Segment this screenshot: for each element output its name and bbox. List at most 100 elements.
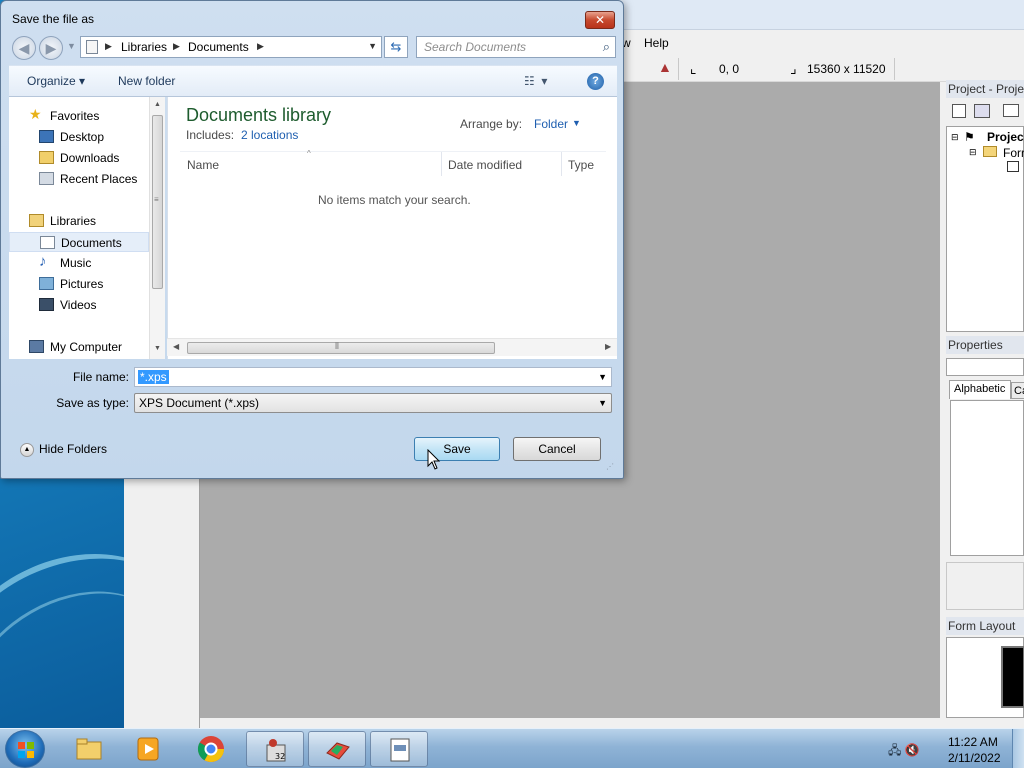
column-date-modified[interactable]: Date modified	[448, 158, 522, 172]
properties-object-combo[interactable]	[946, 358, 1024, 376]
chevron-down-icon[interactable]: ▼	[598, 398, 607, 408]
chevron-right-icon[interactable]: ▶	[257, 41, 264, 52]
scroll-down-icon[interactable]: ▼	[154, 345, 161, 352]
hide-folders-button[interactable]: ▲ Hide Folders	[20, 442, 107, 457]
breadcrumb-libraries[interactable]: Libraries	[121, 40, 167, 54]
tree-collapse-icon[interactable]: ⊟	[951, 132, 959, 143]
svg-text:32: 32	[275, 752, 285, 761]
tree-child-label[interactable]: Forr	[1003, 146, 1024, 160]
documents-icon	[40, 236, 55, 249]
column-name[interactable]: Name	[187, 158, 219, 172]
tab-alphabetic[interactable]: Alphabetic	[949, 380, 1011, 399]
nav-pictures[interactable]: Pictures	[9, 274, 149, 294]
project-toolbar	[946, 100, 1024, 124]
menu-editor-icon[interactable]: ▲	[658, 59, 672, 75]
view-code-icon[interactable]	[952, 104, 966, 118]
address-bar[interactable]: ▶ Libraries ▶ Documents ▶ ▼	[80, 36, 382, 58]
form-icon[interactable]	[1007, 161, 1019, 172]
nav-documents[interactable]: Documents	[9, 232, 149, 252]
nav-desktop[interactable]: Desktop	[9, 127, 149, 147]
tab-categorized[interactable]: Ca	[1011, 382, 1024, 399]
nav-pane-scrollbar[interactable]: ▲ ≡ ▼	[149, 97, 165, 359]
tree-collapse-icon[interactable]: ⊟	[969, 147, 977, 158]
volume-icon[interactable]: 🔇	[905, 743, 920, 757]
show-desktop-button[interactable]	[1012, 729, 1024, 768]
star-icon: ★	[29, 106, 42, 122]
file-name-field[interactable]: *.xps ▼	[134, 367, 612, 387]
downloads-icon	[39, 151, 54, 164]
nav-music[interactable]: ♪ Music	[9, 253, 149, 273]
scroll-up-icon[interactable]: ▲	[154, 101, 161, 108]
nav-videos[interactable]: Videos	[9, 295, 149, 315]
toggle-folders-icon[interactable]	[1003, 104, 1019, 117]
system-tray[interactable]: 🖧 🔇	[888, 741, 920, 762]
locations-link[interactable]: 2 locations	[241, 128, 298, 142]
windows-logo-icon	[18, 742, 34, 758]
nav-favorites[interactable]: ★ Favorites	[9, 106, 149, 126]
computer-icon	[29, 340, 44, 353]
scroll-left-icon[interactable]: ◀	[173, 342, 179, 351]
save-type-select[interactable]: XPS Document (*.xps) ▼	[134, 393, 612, 413]
breadcrumb-documents[interactable]: Documents	[188, 40, 249, 54]
taskbar-chrome[interactable]	[182, 731, 240, 767]
taskbar-dialog[interactable]	[370, 731, 428, 767]
clock-date[interactable]: 2/11/2022	[948, 751, 1001, 765]
clock-time[interactable]: 11:22 AM	[948, 735, 998, 749]
recent-locations-dropdown[interactable]: ▼	[67, 41, 76, 51]
nav-my-computer[interactable]: My Computer	[9, 337, 149, 357]
search-icon[interactable]: ⌕	[603, 39, 610, 55]
search-input[interactable]: Search Documents ⌕	[416, 36, 616, 58]
monitor-preview	[1001, 646, 1024, 708]
properties-title: Properties	[946, 336, 1024, 354]
library-icon	[86, 40, 98, 54]
resize-grip[interactable]: ⋰	[606, 462, 614, 471]
column-type[interactable]: Type	[568, 158, 594, 172]
chevron-down-icon[interactable]: ▼	[598, 372, 607, 382]
file-list-scrollbar[interactable]: ◀ ⦀ ▶	[167, 338, 617, 356]
size-icon: ⌟	[790, 60, 797, 76]
back-button[interactable]: ◀	[12, 36, 36, 60]
position-icon: ⌞	[690, 60, 697, 76]
media-player-icon	[137, 737, 159, 761]
size-readout: 15360 x 11520	[807, 62, 886, 76]
scroll-right-icon[interactable]: ▶	[605, 342, 611, 351]
taskbar-app[interactable]	[308, 731, 366, 767]
close-button[interactable]: ✕	[585, 11, 615, 29]
arrange-by-label: Arrange by:	[460, 117, 523, 131]
sort-up-icon: ^	[307, 149, 311, 158]
chevron-down-icon[interactable]: ▼	[368, 41, 377, 51]
cancel-button[interactable]: Cancel	[513, 437, 601, 461]
save-type-value: XPS Document (*.xps)	[139, 396, 260, 410]
taskbar-media-player[interactable]	[120, 731, 178, 767]
taskbar: 32 🖧 🔇 11:22 AM 2/11/2022	[0, 728, 1024, 768]
forward-button[interactable]: ▶	[39, 36, 63, 60]
chevron-right-icon[interactable]: ▶	[173, 41, 180, 52]
organize-button[interactable]: Organize ▾	[27, 74, 85, 88]
chevron-right-icon[interactable]: ▶	[105, 41, 112, 52]
properties-grid[interactable]	[950, 400, 1024, 556]
command-bar: Organize ▾ New folder ☷ ▾ ?	[9, 65, 617, 97]
nav-libraries[interactable]: Libraries	[9, 211, 149, 231]
nav-recent-places[interactable]: Recent Places	[9, 169, 149, 189]
taskbar-vb-ide[interactable]: 32	[246, 731, 304, 767]
chevron-down-icon[interactable]: ▼	[572, 118, 581, 128]
network-icon[interactable]: 🖧	[888, 743, 901, 757]
file-name-value[interactable]: *.xps	[138, 370, 169, 384]
refresh-button[interactable]: ⇆	[384, 36, 408, 58]
tree-root-label[interactable]: Projec	[987, 130, 1024, 144]
window-icon	[390, 738, 410, 762]
scroll-thumb[interactable]	[187, 342, 495, 354]
start-button[interactable]	[5, 730, 45, 768]
property-description	[946, 562, 1024, 610]
nav-downloads[interactable]: Downloads	[9, 148, 149, 168]
arrange-by-dropdown[interactable]: Folder	[534, 117, 568, 131]
includes-label: Includes:	[186, 128, 235, 142]
change-view-button[interactable]: ☷ ▾	[524, 74, 547, 88]
menu-help[interactable]: Help	[644, 36, 669, 50]
save-type-label: Save as type:	[56, 396, 129, 410]
taskbar-explorer[interactable]	[60, 731, 118, 767]
file-list-pane: Documents library Includes: 2 locations …	[167, 97, 617, 359]
help-icon[interactable]: ?	[587, 73, 604, 90]
view-object-icon[interactable]	[974, 104, 990, 118]
new-folder-button[interactable]: New folder	[118, 74, 175, 88]
